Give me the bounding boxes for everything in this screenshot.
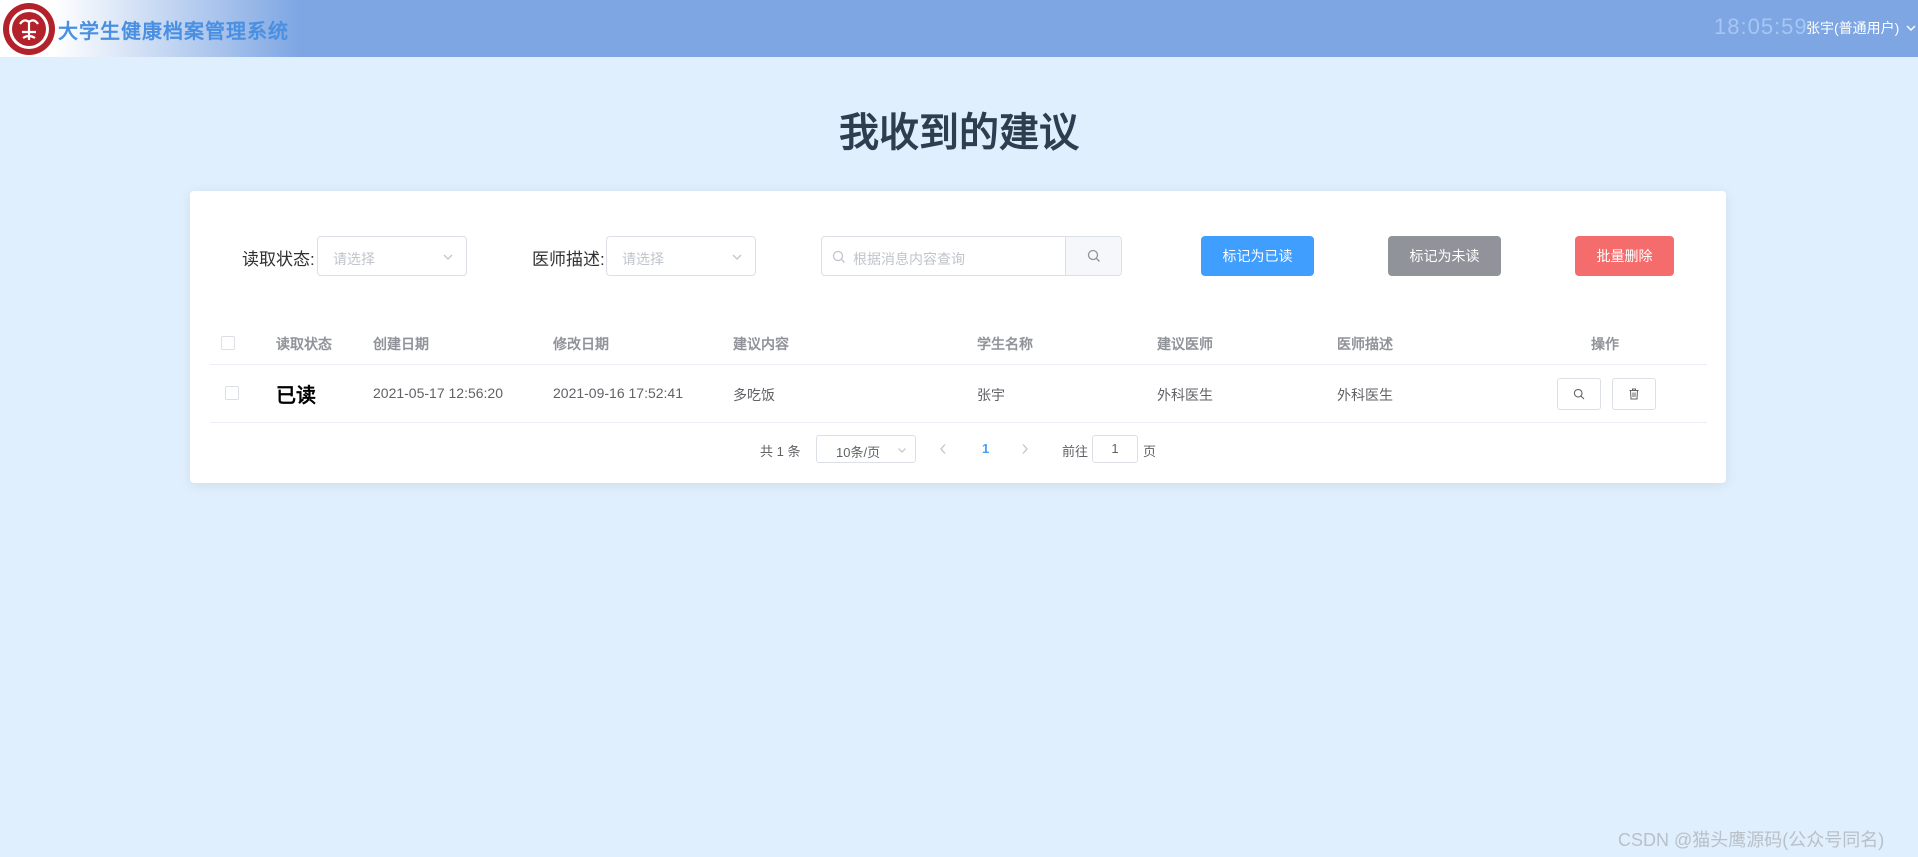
- mark-unread-button[interactable]: 标记为未读: [1388, 236, 1501, 276]
- table-row: 已读 2021-05-17 12:56:20 2021-09-16 17:52:…: [210, 365, 1707, 423]
- page-size-select[interactable]: 10条/页: [816, 435, 916, 463]
- batch-delete-button[interactable]: 批量删除: [1575, 236, 1674, 276]
- user-menu[interactable]: 张宇(普通用户): [1806, 18, 1917, 38]
- page-size-value: 10条/页: [836, 445, 881, 460]
- content-card: 读取状态: 请选择 医师描述: 请选择 根据消息内容查询 标记为已读 标记为未读…: [190, 191, 1726, 483]
- search-box: 根据消息内容查询: [821, 236, 1122, 276]
- search-icon: [832, 250, 845, 263]
- select-all-checkbox[interactable]: [221, 336, 235, 350]
- read-status-placeholder: 请选择: [333, 251, 375, 267]
- trash-icon: [1629, 388, 1639, 400]
- page-number[interactable]: 1: [982, 441, 989, 456]
- row-checkbox[interactable]: [225, 386, 239, 400]
- search-icon: [1087, 249, 1100, 262]
- doctor-desc-cell: 外科医生: [1337, 387, 1393, 403]
- search-icon: [1573, 388, 1585, 400]
- read-status-select[interactable]: 请选择: [317, 236, 467, 276]
- chevron-down-icon: [898, 448, 906, 453]
- column-header: 学生名称: [977, 336, 1033, 352]
- pagination: 共 1 条 10条/页 1 前往 1 页: [190, 435, 1726, 463]
- mark-read-button[interactable]: 标记为已读: [1201, 236, 1314, 276]
- column-header: 读取状态: [276, 336, 332, 352]
- brand-area: 大学生健康档案管理系统: [0, 0, 300, 57]
- search-button[interactable]: [1065, 237, 1121, 275]
- column-header: 修改日期: [553, 336, 609, 352]
- student-cell: 张宇: [977, 387, 1005, 403]
- column-header: 创建日期: [373, 336, 429, 352]
- page-unit-label: 页: [1143, 444, 1157, 459]
- search-input[interactable]: 根据消息内容查询: [853, 249, 965, 269]
- top-header: 大学生健康档案管理系统 18:05:59 张宇(普通用户): [0, 0, 1918, 57]
- column-header: 建议医师: [1157, 336, 1213, 352]
- modified-cell: 2021-09-16 17:52:41: [553, 385, 683, 401]
- chevron-down-icon: [443, 254, 453, 260]
- chevron-down-icon: [732, 254, 742, 260]
- content-cell: 多吃饭: [733, 387, 775, 403]
- doctor-desc-label: 医师描述:: [532, 250, 605, 269]
- view-button[interactable]: [1557, 378, 1601, 410]
- column-header: 医师描述: [1337, 336, 1393, 352]
- app-title: 大学生健康档案管理系统: [58, 21, 289, 43]
- chevron-right-icon[interactable]: [1020, 443, 1030, 455]
- doctor-desc-select[interactable]: 请选择: [606, 236, 756, 276]
- chevron-left-icon[interactable]: [938, 443, 948, 455]
- read-status-cell: 已读: [276, 385, 316, 407]
- pagination-total: 共 1 条: [760, 444, 801, 459]
- delete-button[interactable]: [1612, 378, 1656, 410]
- read-status-label: 读取状态:: [242, 250, 315, 269]
- clock: 18:05:59: [1714, 14, 1808, 39]
- page-title: 我收到的建议: [839, 111, 1079, 155]
- watermark: CSDN @猫头鹰源码(公众号同名): [1618, 830, 1885, 850]
- doctor-desc-placeholder: 请选择: [622, 251, 664, 267]
- doctor-cell: 外科医生: [1157, 387, 1213, 403]
- goto-label: 前往: [1062, 444, 1089, 459]
- goto-page-input[interactable]: 1: [1092, 435, 1138, 463]
- chevron-down-icon: [1906, 25, 1916, 32]
- column-header: 操作: [1591, 336, 1619, 352]
- table-header: 读取状态 创建日期 修改日期 建议内容 学生名称 建议医师 医师描述 操作: [210, 323, 1707, 365]
- user-name: 张宇(普通用户): [1806, 20, 1900, 36]
- university-logo: [3, 3, 55, 55]
- column-header: 建议内容: [733, 336, 789, 352]
- suggestions-table: 读取状态 创建日期 修改日期 建议内容 学生名称 建议医师 医师描述 操作 已读…: [210, 323, 1707, 423]
- created-cell: 2021-05-17 12:56:20: [373, 385, 503, 401]
